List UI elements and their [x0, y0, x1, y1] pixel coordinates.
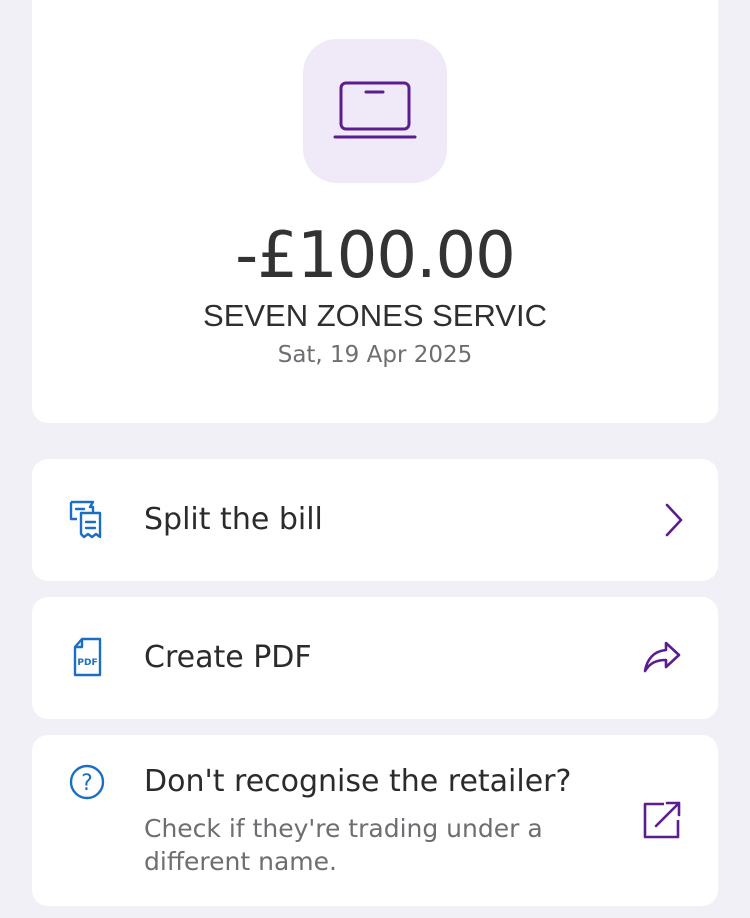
external-link-icon [642, 800, 682, 844]
unrecognised-retailer-sublabel: Check if they're trading under a differe… [144, 814, 543, 876]
merchant-name: SEVEN ZONES SERVIC [203, 298, 547, 333]
laptop-icon [333, 81, 417, 139]
transaction-summary-card: -£100.00 SEVEN ZONES SERVIC Sat, 19 Apr … [32, 0, 718, 423]
svg-text:PDF: PDF [77, 658, 97, 668]
transaction-amount: -£100.00 [235, 219, 516, 293]
svg-text:?: ? [81, 771, 93, 796]
create-pdf-row[interactable]: PDF Create PDF [32, 597, 718, 719]
split-bill-label: Split the bill [144, 502, 323, 537]
unrecognised-retailer-label: Don't recognise the retailer? [144, 764, 572, 799]
merchant-icon-tile [303, 39, 447, 183]
receipt-split-icon [68, 499, 104, 545]
create-pdf-label: Create PDF [144, 640, 312, 675]
unrecognised-retailer-row[interactable]: ? Don't recognise the retailer? Check if… [32, 735, 718, 906]
transaction-date: Sat, 19 Apr 2025 [277, 342, 473, 368]
share-icon [642, 639, 682, 679]
split-bill-row[interactable]: Split the bill [32, 459, 718, 581]
question-circle-icon: ? [69, 764, 105, 804]
pdf-document-icon: PDF [72, 637, 104, 681]
chevron-right-icon [662, 502, 686, 542]
